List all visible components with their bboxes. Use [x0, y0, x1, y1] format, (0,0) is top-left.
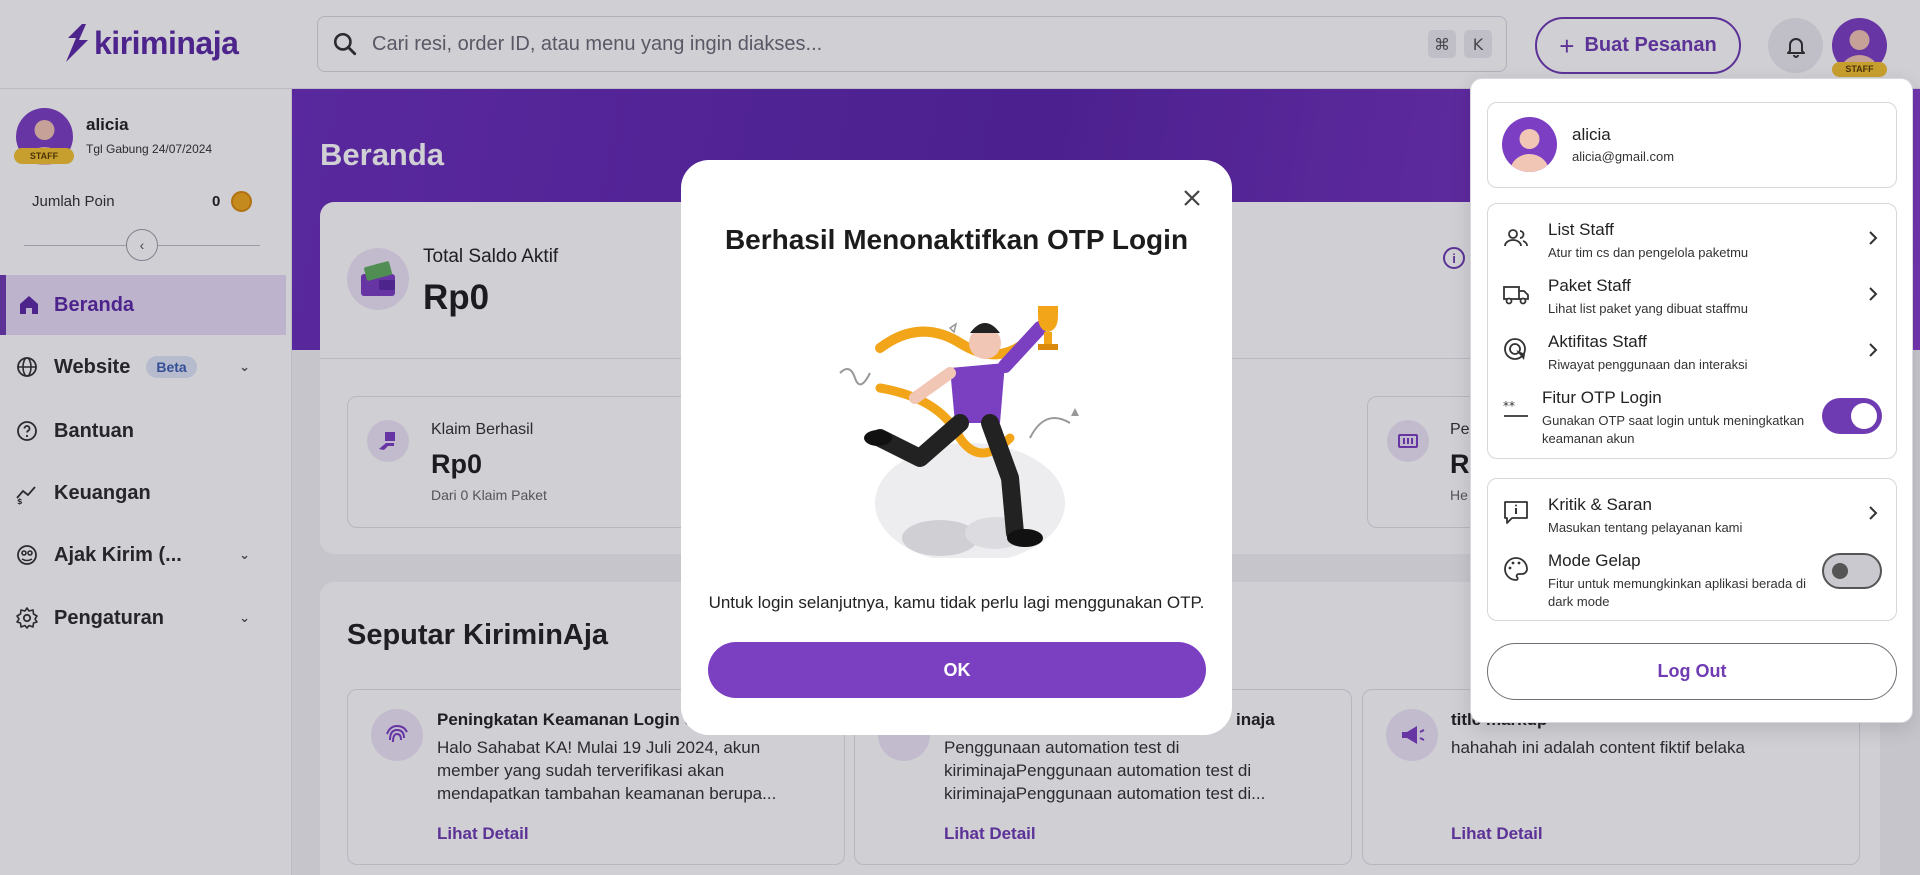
profile-email: alicia@gmail.com	[1572, 149, 1675, 164]
menu-item-dark-mode: Mode Gelap Fitur untuk memungkinkan apli…	[1488, 543, 1898, 615]
success-illustration	[839, 306, 1079, 558]
menu-item-title: Aktifitas Staff	[1548, 332, 1647, 351]
profile-name: alicia	[1572, 125, 1611, 144]
close-icon[interactable]	[1180, 186, 1204, 210]
modal-title: Berhasil Menonaktifkan OTP Login	[724, 224, 1189, 255]
menu-item-title: Mode Gelap	[1548, 551, 1641, 570]
ok-button[interactable]: OK	[708, 642, 1206, 698]
palette-icon	[1504, 557, 1528, 581]
menu-item-subtitle: Lihat list paket yang dibuat staffmu	[1548, 301, 1748, 316]
menu-item-list-staff[interactable]: List Staff Atur tim cs dan pengelola pak…	[1488, 212, 1898, 268]
menu-item-otp-login: ** Fitur OTP Login Gunakan OTP saat logi…	[1488, 380, 1898, 452]
menu-item-subtitle: Atur tim cs dan pengelola paketmu	[1548, 245, 1749, 260]
profile-dropdown: alicia alicia@gmail.com List Staff Atur …	[1470, 78, 1913, 723]
profile-card: alicia alicia@gmail.com	[1487, 102, 1897, 188]
settings-menu-group: Kritik & Saran Masukan tentang pelayanan…	[1487, 478, 1897, 621]
menu-item-subtitle: Fitur untuk memungkinkan aplikasi berada…	[1548, 576, 1806, 609]
staff-menu-group: List Staff Atur tim cs dan pengelola pak…	[1487, 203, 1897, 459]
menu-item-subtitle: Riwayat penggunaan dan interaksi	[1548, 357, 1748, 372]
dark-mode-toggle[interactable]	[1822, 553, 1882, 589]
menu-item-title: Paket Staff	[1548, 276, 1631, 295]
activity-icon	[1504, 338, 1526, 360]
feedback-icon	[1504, 501, 1528, 524]
chevron-right-icon	[1869, 287, 1878, 301]
menu-item-title: List Staff	[1548, 220, 1614, 239]
toggle-knob	[1851, 403, 1877, 429]
chevron-right-icon	[1869, 506, 1878, 520]
users-icon	[1504, 229, 1528, 247]
otp-login-toggle[interactable]	[1822, 398, 1882, 434]
menu-item-kritik-saran[interactable]: Kritik & Saran Masukan tentang pelayanan…	[1488, 487, 1898, 543]
chevron-right-icon	[1869, 231, 1878, 245]
password-icon: **	[1503, 399, 1528, 417]
menu-item-title: Kritik & Saran	[1548, 495, 1652, 514]
logout-button[interactable]: Log Out	[1487, 643, 1897, 700]
menu-item-subtitle: Masukan tentang pelayanan kami	[1548, 520, 1743, 535]
svg-text:**: **	[1503, 399, 1515, 413]
menu-item-aktifitas-staff[interactable]: Aktifitas Staff Riwayat penggunaan dan i…	[1488, 324, 1898, 380]
chevron-right-icon	[1869, 343, 1878, 357]
toggle-knob	[1832, 563, 1848, 579]
menu-item-subtitle: Gunakan OTP saat login untuk meningkatka…	[1542, 413, 1805, 446]
menu-item-paket-staff[interactable]: Paket Staff Lihat list paket yang dibuat…	[1488, 268, 1898, 324]
truck-icon	[1503, 286, 1529, 305]
modal-description: Untuk login selanjutnya, kamu tidak perl…	[708, 593, 1205, 612]
avatar	[1502, 117, 1557, 172]
menu-item-title: Fitur OTP Login	[1542, 388, 1662, 407]
